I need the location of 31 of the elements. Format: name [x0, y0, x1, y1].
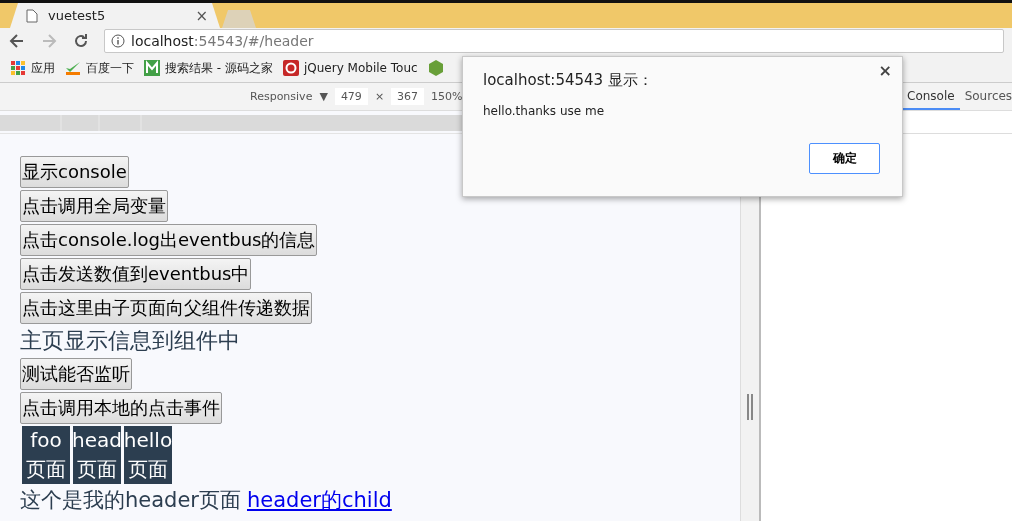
devtools-tab[interactable]: Sources [959, 83, 1012, 110]
page-tile: hello 页面 [124, 426, 172, 484]
child-link[interactable]: header的child [247, 486, 392, 514]
page-button[interactable]: 点击调用本地的点击事件 [20, 392, 222, 424]
page-button[interactable]: 点击console.log出eventbus的信息 [20, 224, 318, 256]
address-bar[interactable]: localhost:54543/#/header [104, 29, 1004, 53]
dropdown-arrow[interactable]: ▼ [319, 90, 328, 103]
close-icon[interactable]: × [878, 61, 892, 80]
page-tile: head 页面 [73, 426, 121, 484]
bookmark-link[interactable]: 搜索结果 - 源码之家 [165, 59, 273, 77]
header-text: 这个是我的header页面 [20, 487, 241, 514]
page-button[interactable]: 点击调用全局变量 [20, 190, 168, 222]
times-sign: × [374, 90, 385, 103]
dialog-message: hello.thanks use me [483, 104, 605, 118]
ok-button[interactable]: 确定 [809, 143, 880, 174]
dialog-title: localhost:54543 显示： [483, 71, 654, 90]
device-mode-dropdown[interactable]: Responsive [250, 90, 313, 103]
browser-tab[interactable]: vuetest5 × [10, 3, 220, 28]
bookmark-link[interactable]: 百度一下 [86, 59, 134, 77]
bookmark-link[interactable]: jQuery Mobile Touc [303, 61, 418, 75]
page-tile: foo 页面 [22, 426, 70, 484]
width-field[interactable]: 479 [334, 88, 368, 105]
page-button[interactable]: 显示console [20, 156, 129, 188]
height-field[interactable]: 367 [391, 88, 425, 105]
bookmark-link[interactable]: 应用 [31, 59, 55, 77]
zoom-dropdown[interactable]: 150% [431, 90, 463, 103]
close-icon[interactable]: × [195, 6, 208, 25]
info-text: 主页显示信息到组件中 [20, 327, 240, 355]
page-button[interactable]: 点击发送数值到eventbus中 [20, 258, 252, 290]
page-button[interactable]: 点击这里由子页面向父组件传递数据 [20, 292, 312, 324]
page-button[interactable]: 测试能否监听 [20, 358, 132, 390]
